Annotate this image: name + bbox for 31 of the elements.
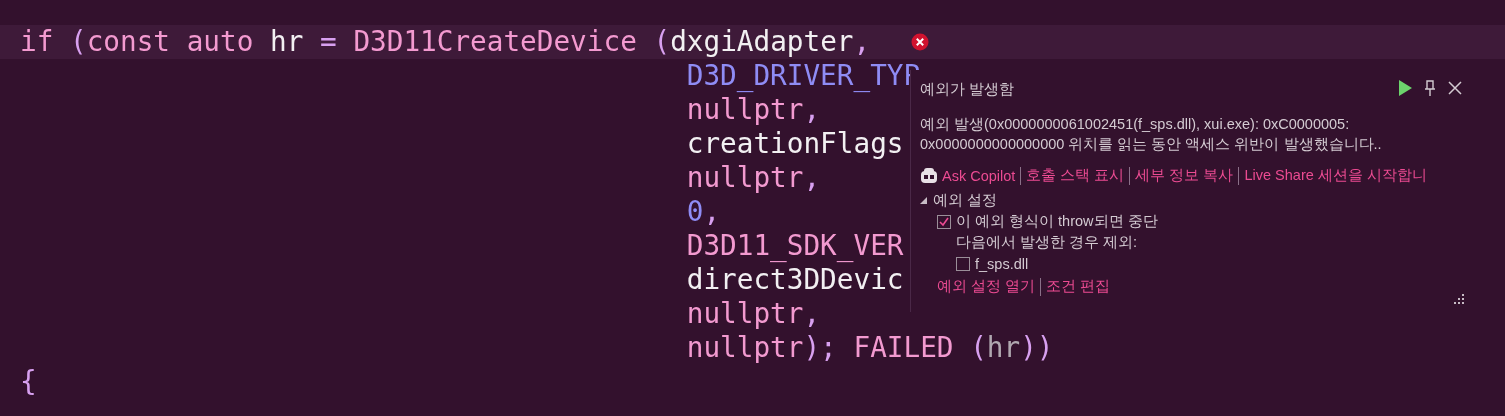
robot-icon <box>920 166 938 185</box>
action-link[interactable]: 호출 스택 표시 <box>1026 166 1125 185</box>
popup-title: 예외가 발생함 <box>920 79 1015 99</box>
exception-message: 예외 발생(0x0000000061002451(f_sps.dll), xui.exe): 0xC0000005: 0x0000000000000000 위치를 읽는 동안 액세스 위반이 발생했습니다.. <box>920 115 1383 154</box>
code-line: D3D11_SDK_VER <box>686 229 904 263</box>
code-line: if (const auto hr = D3D11CreateDevice (dxgiAdapter, <box>20 25 871 59</box>
action-link[interactable]: 세부 정보 복사 <box>1135 166 1234 185</box>
checkbox-label: f_sps.dll <box>975 255 1029 272</box>
section-label: 예외 설정 <box>933 191 998 210</box>
pin-icon[interactable] <box>1424 80 1436 96</box>
checkbox-label: 이 예외 형식이 throw되면 중단 <box>956 212 1158 231</box>
expand-triangle-icon[interactable] <box>920 196 928 205</box>
action-link[interactable]: Live Share 세션을 시작합니 <box>1244 166 1427 185</box>
resize-grip-icon[interactable] <box>1452 294 1464 304</box>
checkbox[interactable] <box>937 214 951 229</box>
action-link[interactable]: Ask Copilot <box>942 167 1016 184</box>
exclusion-label: 다음에서 발생한 경우 제외: <box>955 233 1138 252</box>
settings-link[interactable]: 조건 편집 <box>1046 277 1111 296</box>
code-line: direct3DDevic <box>686 263 904 297</box>
settings-link[interactable]: 예외 설정 열기 <box>937 277 1036 296</box>
code-line: nullptr, <box>686 161 821 195</box>
checkbox[interactable] <box>956 256 970 271</box>
play-icon[interactable] <box>1399 80 1412 96</box>
code-line: nullptr, <box>686 93 821 127</box>
close-icon[interactable] <box>1448 81 1462 95</box>
code-line: 0, <box>686 195 721 229</box>
code-brace: { <box>20 365 37 399</box>
code-line: nullptr, <box>686 297 821 331</box>
code-line: D3D_DRIVER_TYP <box>686 59 921 93</box>
code-line: creationFlags <box>686 127 904 161</box>
code-line: nullptr); FAILED (hr)) <box>686 331 1054 365</box>
